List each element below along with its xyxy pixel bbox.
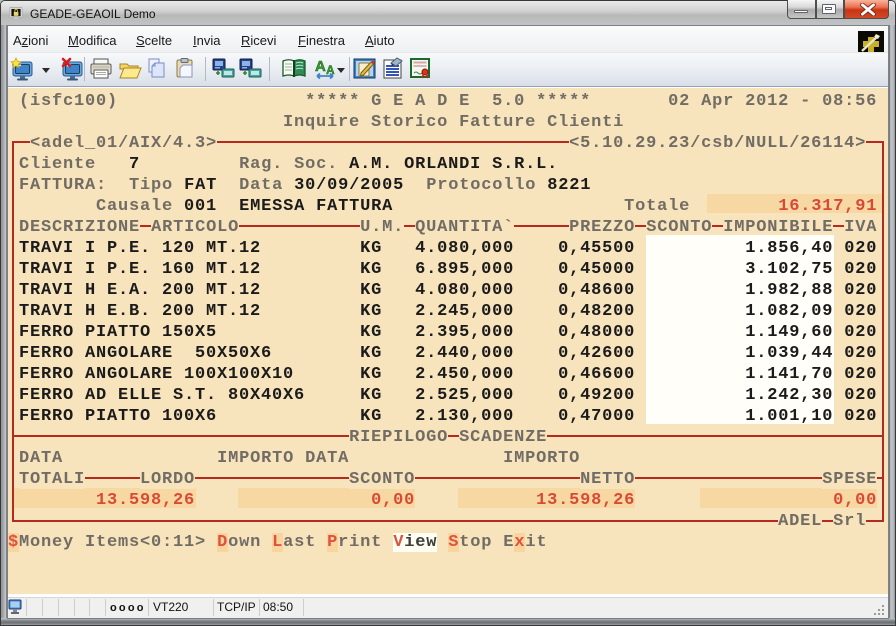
svg-text:A: A [315, 58, 326, 75]
